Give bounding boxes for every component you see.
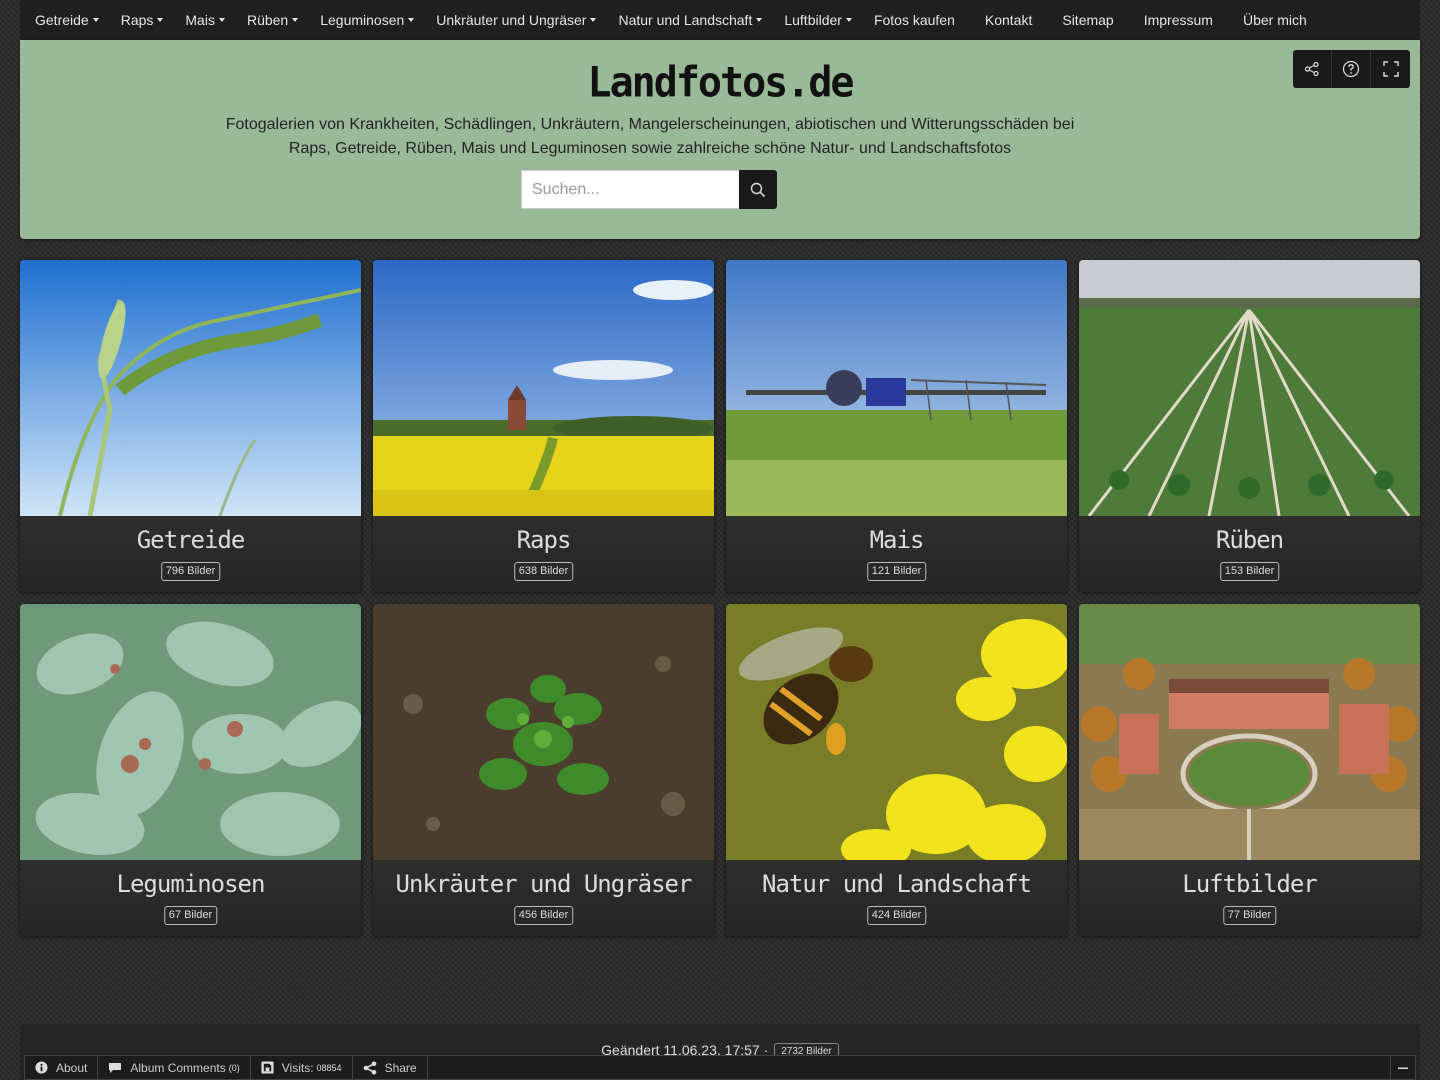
album-thumbnail-raps[interactable] [373, 260, 714, 516]
search-form [521, 170, 777, 209]
album-card-leguminosen[interactable]: Leguminosen 67 Bilder [20, 604, 361, 936]
album-comments-count: (0) [228, 1062, 240, 1073]
album-count-badge: 121 Bilder [866, 562, 927, 581]
album-caption: Rüben 153 Bilder [1079, 516, 1420, 592]
album-count-badge: 424 Bilder [866, 906, 927, 925]
nav-item-mais[interactable]: Mais [185, 12, 225, 28]
nav-item-fotos-kaufen[interactable]: Fotos kaufen [874, 12, 955, 28]
album-title[interactable]: Getreide [20, 526, 361, 554]
album-thumbnail-natur[interactable] [726, 604, 1067, 860]
toolbar [1293, 50, 1410, 88]
album-card-natur[interactable]: Natur und Landschaft 424 Bilder [726, 604, 1067, 936]
nav-item-luftbilder[interactable]: Luftbilder [784, 12, 852, 28]
album-title[interactable]: Mais [726, 526, 1067, 554]
visits-counter: Visits: 08854 [251, 1056, 353, 1079]
album-caption: Luftbilder 77 Bilder [1079, 860, 1420, 936]
album-title[interactable]: Raps [373, 526, 714, 554]
album-thumbnail-unkraeuter[interactable] [373, 604, 714, 860]
share-footer-button[interactable]: Share [353, 1056, 428, 1079]
share-icon [1304, 61, 1319, 77]
album-card-unkraeuter[interactable]: Unkräuter und Ungräser 456 Bilder [373, 604, 714, 936]
top-navbar: Getreide Raps Mais Rüben Leguminosen Unk… [20, 0, 1420, 40]
album-thumbnail-luftbilder[interactable] [1079, 604, 1420, 860]
nav-item-kontakt[interactable]: Kontakt [985, 12, 1032, 28]
album-count-badge: 638 Bilder [513, 562, 574, 581]
nav-item-getreide[interactable]: Getreide [35, 12, 99, 28]
album-count-badge: 456 Bilder [513, 906, 574, 925]
visits-icon [261, 1061, 274, 1074]
share-icon [363, 1061, 376, 1074]
minimize-statusbar-button[interactable] [1390, 1056, 1415, 1079]
album-card-rueben[interactable]: Rüben 153 Bilder [1079, 260, 1420, 592]
album-comments-label: Album Comments [130, 1060, 226, 1075]
about-label: About [56, 1060, 88, 1075]
help-icon [1342, 60, 1360, 78]
album-title[interactable]: Luftbilder [1079, 870, 1420, 898]
site-description: Fotogalerien von Krankheiten, Schädlinge… [220, 113, 1080, 161]
album-caption: Getreide 796 Bilder [20, 516, 361, 592]
album-thumbnail-getreide[interactable] [20, 260, 361, 516]
album-card-luftbilder[interactable]: Luftbilder 77 Bilder [1079, 604, 1420, 936]
album-count-badge: 77 Bilder [1222, 906, 1277, 925]
album-title[interactable]: Leguminosen [20, 870, 361, 898]
about-button[interactable]: About [25, 1056, 99, 1079]
album-title[interactable]: Rüben [1079, 526, 1420, 554]
album-count-badge: 67 Bilder [163, 906, 218, 925]
album-card-getreide[interactable]: Getreide 796 Bilder [20, 260, 361, 592]
help-button[interactable] [1332, 50, 1371, 88]
fullscreen-button[interactable] [1371, 50, 1410, 88]
nav-item-natur[interactable]: Natur und Landschaft [618, 12, 762, 28]
site-header: Landfotos.de Fotogalerien von Krankheite… [20, 40, 1420, 239]
statusbar-spacer [428, 1056, 1390, 1079]
info-icon [35, 1061, 48, 1074]
album-count-badge: 153 Bilder [1219, 562, 1280, 581]
bottom-statusbar: About Album Comments (0) Visits: 08854 Sha… [24, 1055, 1416, 1080]
album-thumbnail-leguminosen[interactable] [20, 604, 361, 860]
site-description-line1: Fotogalerien von Krankheiten, Schädlinge… [225, 116, 1075, 133]
search-input[interactable] [521, 170, 739, 209]
album-caption: Leguminosen 67 Bilder [20, 860, 361, 936]
nav-item-unkraeuter[interactable]: Unkräuter und Ungräser [436, 12, 596, 28]
nav-item-leguminosen[interactable]: Leguminosen [320, 12, 414, 28]
minimize-icon [1398, 1067, 1408, 1069]
nav-item-rueben[interactable]: Rüben [247, 12, 298, 28]
search-button[interactable] [739, 170, 777, 209]
album-caption: Raps 638 Bilder [373, 516, 714, 592]
album-thumbnail-rueben[interactable] [1079, 260, 1420, 516]
visits-count: 08854 [316, 1062, 342, 1073]
share-button[interactable] [1293, 50, 1332, 88]
visits-label: Visits: [281, 1060, 314, 1075]
album-card-mais[interactable]: Mais 121 Bilder [726, 260, 1067, 592]
album-caption: Natur und Landschaft 424 Bilder [726, 860, 1067, 936]
album-title[interactable]: Unkräuter und Ungräser [373, 870, 714, 898]
share-label: Share [384, 1060, 417, 1075]
album-card-raps[interactable]: Raps 638 Bilder [373, 260, 714, 592]
site-description-line2: Raps, Getreide, Rüben, Mais und Legumino… [288, 140, 1012, 157]
nav-item-raps[interactable]: Raps [121, 12, 164, 28]
nav-item-sitemap[interactable]: Sitemap [1062, 12, 1113, 28]
site-title[interactable]: Landfotos.de [20, 59, 1420, 107]
album-caption: Unkräuter und Ungräser 456 Bilder [373, 860, 714, 936]
album-comments-button[interactable]: Album Comments (0) [98, 1056, 251, 1079]
comment-icon [109, 1062, 122, 1073]
fullscreen-icon [1382, 61, 1399, 77]
nav-item-impressum[interactable]: Impressum [1144, 12, 1213, 28]
album-count-badge: 796 Bilder [160, 562, 221, 581]
search-icon [750, 182, 766, 197]
album-caption: Mais 121 Bilder [726, 516, 1067, 592]
album-thumbnail-mais[interactable] [726, 260, 1067, 516]
album-title[interactable]: Natur und Landschaft [726, 870, 1067, 898]
nav-item-ueber-mich[interactable]: Über mich [1243, 12, 1307, 28]
